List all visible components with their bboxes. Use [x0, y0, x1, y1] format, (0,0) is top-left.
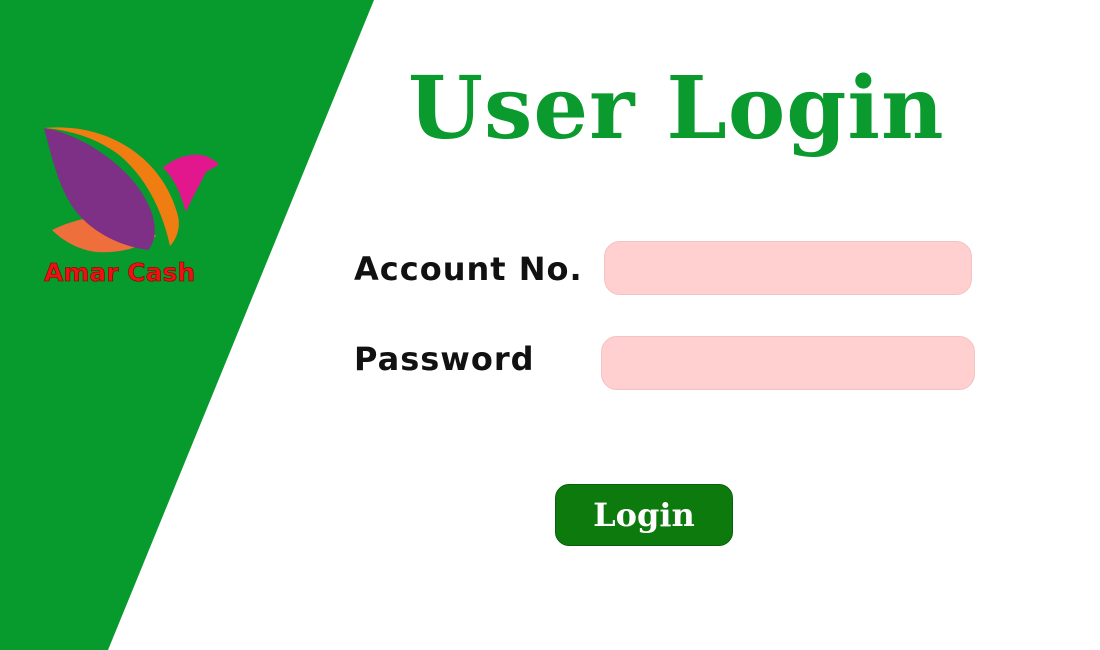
page-title: User Login: [408, 58, 945, 159]
brand-name: Amar Cash: [44, 258, 196, 288]
login-button[interactable]: Login: [555, 484, 733, 546]
brand-logo: Amar Cash: [30, 118, 230, 298]
account-number-input[interactable]: [604, 241, 972, 295]
password-input[interactable]: [601, 336, 975, 390]
bird-logo-icon: [44, 127, 218, 253]
password-label: Password: [354, 340, 535, 378]
login-page: Amar Cash User Login Account No. Passwor…: [0, 0, 1100, 650]
account-number-label: Account No.: [354, 250, 583, 288]
